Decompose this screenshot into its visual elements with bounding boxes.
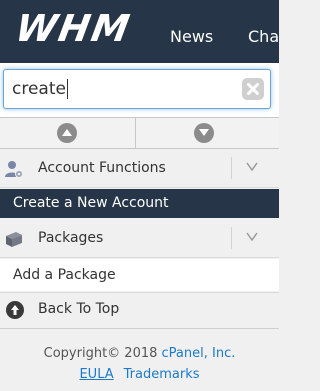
nav-chat[interactable]: Cha (248, 27, 279, 46)
footer-links: EULA Trademarks (0, 367, 279, 382)
chevron-down-icon[interactable] (246, 162, 258, 172)
menu-item-add-package[interactable]: Add a Package (0, 259, 279, 291)
arrow-down-icon (194, 123, 214, 143)
search-input[interactable]: create (3, 69, 271, 109)
category-account-functions[interactable]: Account Functions (0, 149, 279, 188)
package-icon (6, 232, 22, 247)
clear-search-button[interactable] (242, 78, 264, 100)
nav-news[interactable]: News (170, 27, 213, 46)
category-label: Packages (38, 230, 104, 246)
category-packages[interactable]: Packages (0, 219, 279, 258)
top-header: WHM News Cha (0, 0, 279, 63)
arrow-up-icon (57, 123, 77, 143)
menu-item-create-account[interactable]: Create a New Account (0, 189, 279, 218)
whm-logo[interactable]: WHM (12, 7, 134, 51)
menu-item-label: Add a Package (13, 267, 116, 283)
user-gear-icon (5, 161, 23, 178)
chevron-down-icon[interactable] (246, 232, 258, 242)
back-to-top-label: Back To Top (38, 301, 120, 317)
back-to-top[interactable]: Back To Top (0, 292, 279, 326)
divider (231, 157, 232, 179)
menu-item-label: Create a New Account (13, 195, 169, 211)
clear-icon (247, 83, 259, 95)
cpanel-link[interactable]: cPanel, Inc. (162, 346, 236, 361)
footer: Copyright© 2018 cPanel, Inc. EULA Tradema… (0, 328, 279, 391)
category-label: Account Functions (38, 160, 166, 176)
up-circle-icon (6, 301, 24, 319)
trademarks-link[interactable]: Trademarks (124, 367, 200, 382)
search-area: create (0, 63, 279, 117)
divider (231, 227, 232, 249)
scroll-down-button[interactable] (136, 118, 275, 148)
scroll-arrows (0, 117, 279, 149)
scroll-up-button[interactable] (0, 118, 136, 148)
search-value[interactable]: create (12, 79, 68, 99)
eula-link[interactable]: EULA (79, 367, 113, 382)
copyright-text: Copyright© 2018 cPanel, Inc. (43, 346, 236, 361)
text-cursor (66, 79, 68, 99)
